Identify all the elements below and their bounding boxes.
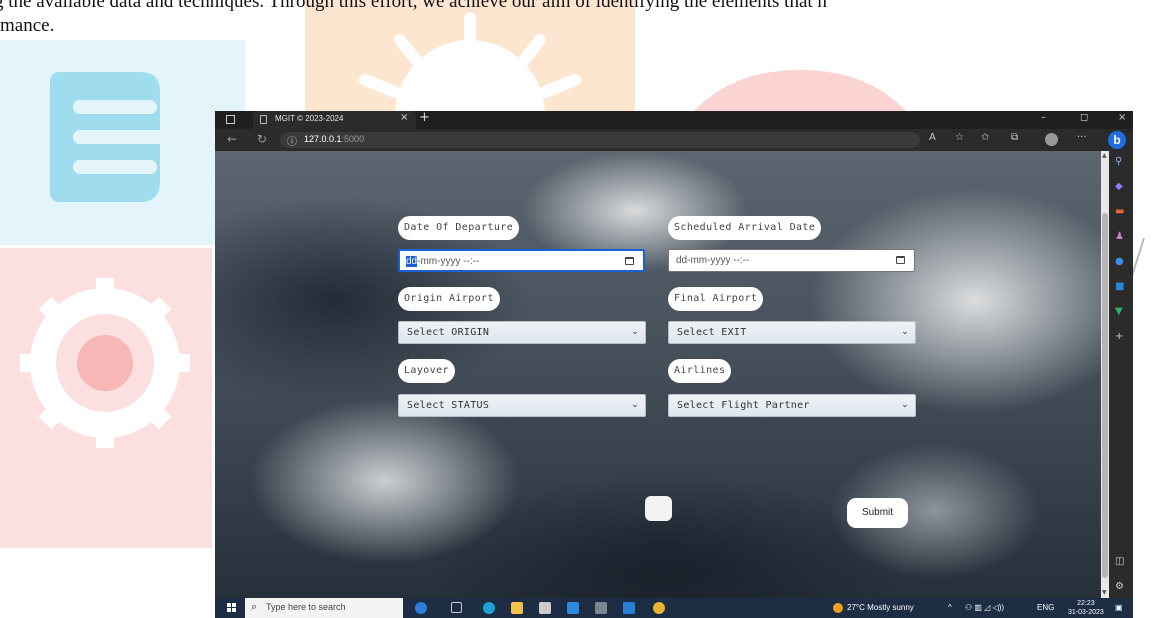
store-icon[interactable] <box>539 602 551 614</box>
chevron-down-icon: ⌄ <box>901 400 909 410</box>
favorites-icon[interactable]: ✩ <box>981 132 989 143</box>
shopping-icon[interactable]: ◆ <box>1115 181 1123 192</box>
chevron-down-icon: ⌄ <box>631 400 639 410</box>
weather-text[interactable]: 27°C Mostly sunny <box>847 603 914 612</box>
page-content: Date Of Departure Scheduled Arrival Date… <box>215 151 1101 598</box>
airlines-label: Airlines <box>668 359 732 383</box>
clock-time: 22:23 <box>1077 600 1095 607</box>
address-bar: ← ↻ ⓘ 127.0.0.1:5000 A ☆ ✩ ⧉ ··· b <box>215 129 1133 151</box>
url-text: 127.0.0.1:5000 <box>304 134 364 144</box>
tools-icon[interactable]: ▬ <box>1115 206 1124 217</box>
terminal-icon[interactable] <box>595 602 607 614</box>
weather-icon <box>833 603 843 613</box>
search-icon[interactable]: ⚲ <box>1115 156 1122 167</box>
maximize-button[interactable]: ◻ <box>1080 112 1088 123</box>
sidebar-layout-icon[interactable]: ◫ <box>1115 556 1124 567</box>
scroll-up-icon[interactable]: ▲ <box>1102 152 1107 159</box>
date-segment-highlight: dd <box>406 256 418 267</box>
windows-taskbar: ⌕ Type here to search 27°C Mostly sunny … <box>215 598 1133 618</box>
collections-icon[interactable]: ⧉ <box>1011 132 1018 143</box>
back-icon[interactable]: ← <box>227 132 237 146</box>
chevron-down-icon: ⌄ <box>901 327 909 337</box>
watermark-red-shape <box>690 70 910 115</box>
document-line-1: g the available data and techniques. Thr… <box>0 0 827 12</box>
bing-icon[interactable]: b <box>1108 131 1126 149</box>
search-icon: ⌕ <box>251 600 258 613</box>
language-indicator[interactable]: ENG <box>1037 603 1054 612</box>
games-icon[interactable]: ● <box>1115 256 1124 267</box>
tab-title: MGIT © 2023-2024 <box>275 114 344 123</box>
read-aloud-icon[interactable]: A <box>929 132 936 143</box>
tray-overflow-icon[interactable]: ^ <box>948 603 952 612</box>
notifications-icon[interactable]: ▣ <box>1115 603 1123 612</box>
mail-icon[interactable] <box>567 602 579 614</box>
layover-select[interactable]: Select STATUS ⌄ <box>398 394 646 417</box>
chevron-down-icon: ⌄ <box>631 327 639 337</box>
refresh-icon[interactable]: ↻ <box>257 132 267 146</box>
date-of-departure-input[interactable]: dd-mm-yyyy --:-- <box>398 249 645 272</box>
url-port: :5000 <box>341 134 365 144</box>
task-view-icon[interactable] <box>451 602 462 613</box>
favorite-star-icon[interactable]: ☆ <box>955 132 964 143</box>
url-field[interactable]: ⓘ 127.0.0.1:5000 <box>280 132 920 148</box>
tray-icons[interactable]: ⚇ ▥ ◿ ◁)) <box>965 603 1004 612</box>
settings-gear-icon[interactable]: ⚙ <box>1115 581 1124 592</box>
calendar-icon[interactable] <box>625 257 634 265</box>
origin-airport-label: Origin Airport <box>398 287 500 311</box>
taskbar-search-box[interactable]: ⌕ Type here to search <box>245 598 403 618</box>
airlines-select[interactable]: Select Flight Partner ⌄ <box>668 394 916 417</box>
origin-airport-select[interactable]: Select ORIGIN ⌄ <box>398 321 646 344</box>
tab-actions-icon[interactable] <box>226 115 235 124</box>
site-info-icon[interactable]: ⓘ <box>287 133 297 148</box>
scrollbar-thumb[interactable] <box>1102 213 1108 578</box>
calendar-icon[interactable] <box>896 256 905 264</box>
select-value: Select EXIT <box>677 327 747 338</box>
select-value: Select ORIGIN <box>407 327 490 338</box>
page-icon <box>260 115 267 124</box>
blank-button[interactable] <box>645 496 672 521</box>
scheduled-arrival-label: Scheduled Arrival Date <box>668 216 822 240</box>
edge-icon[interactable] <box>483 602 495 614</box>
final-airport-select[interactable]: Select EXIT ⌄ <box>668 321 916 344</box>
watermark-sun-icon <box>305 0 635 115</box>
minimize-button[interactable]: – <box>1041 112 1046 123</box>
final-airport-label: Final Airport <box>668 287 764 311</box>
vertical-scrollbar[interactable]: ▲ ▼ <box>1101 151 1109 598</box>
scheduled-arrival-input[interactable]: dd-mm-yyyy --:-- <box>668 249 915 272</box>
date-input-text: dd-mm-yyyy --:-- <box>676 255 750 266</box>
browser-screenshot: MGIT © 2023-2024 × + – ◻ × ← ↻ ⓘ 127.0.0… <box>215 111 1133 618</box>
send-icon[interactable]: ▼ <box>1115 306 1123 317</box>
date-input-text: -mm-yyyy --:-- <box>417 256 480 267</box>
more-icon[interactable]: ··· <box>1077 132 1087 143</box>
url-host: 127.0.0.1 <box>304 134 342 144</box>
scroll-down-icon[interactable]: ▼ <box>1102 589 1107 596</box>
file-explorer-icon[interactable] <box>511 602 523 614</box>
add-icon[interactable]: + <box>1115 331 1123 342</box>
people-icon[interactable]: ♟ <box>1115 231 1124 242</box>
date-of-departure-label: Date Of Departure <box>398 216 520 240</box>
chrome-icon[interactable] <box>653 602 665 614</box>
layover-label: Layover <box>398 359 455 383</box>
tab-strip: MGIT © 2023-2024 × + – ◻ × <box>215 111 1133 129</box>
profile-avatar[interactable] <box>1045 133 1058 146</box>
browser-tab[interactable]: MGIT © 2023-2024 × <box>253 111 416 129</box>
new-tab-button[interactable]: + <box>419 111 430 125</box>
submit-button[interactable]: Submit <box>847 498 908 528</box>
taskbar-search-placeholder: Type here to search <box>266 602 346 612</box>
edge-sidebar: ⚲ ◆ ▬ ♟ ● ■ ▼ + ◫ ⚙ <box>1109 151 1133 598</box>
watermark-gear-icon <box>0 248 212 548</box>
select-value: Select Flight Partner <box>677 400 810 411</box>
select-value: Select STATUS <box>407 400 490 411</box>
taskbar-clock[interactable]: 22:23 31-03-2023 <box>1068 599 1104 617</box>
close-window-button[interactable]: × <box>1118 112 1126 123</box>
document-line-2: mance. <box>0 15 55 36</box>
close-tab-icon[interactable]: × <box>400 112 408 123</box>
watermark-hand-icon <box>50 72 172 202</box>
cortana-icon[interactable] <box>415 602 427 614</box>
vscode-icon[interactable] <box>623 602 635 614</box>
windows-start-icon[interactable] <box>227 603 237 613</box>
clock-date: 31-03-2023 <box>1068 609 1104 616</box>
outlook-icon[interactable]: ■ <box>1115 281 1124 292</box>
